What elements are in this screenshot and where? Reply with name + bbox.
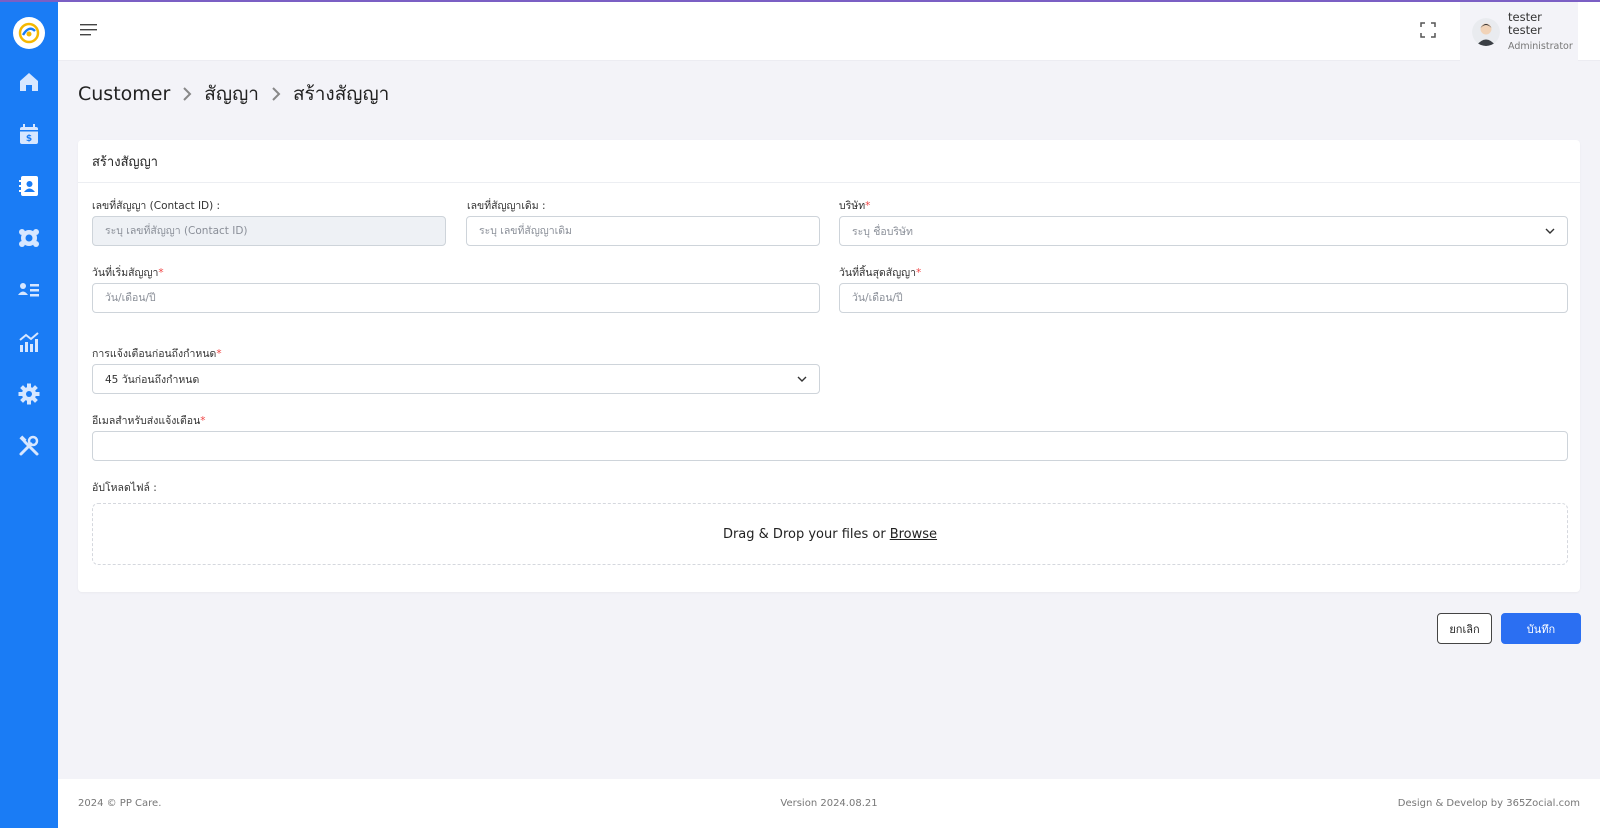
old-contract-label: เลขที่สัญญาเดิม : <box>467 200 546 212</box>
chevron-right-icon <box>182 87 192 101</box>
footer-version: Version 2024.08.21 <box>780 798 878 809</box>
top-accent-line <box>0 0 1600 2</box>
old-contract-input[interactable] <box>466 216 820 246</box>
calendar-billing-icon: $ <box>20 124 38 144</box>
email-label: อีเมลสำหรับส่งแจ้งเตือน* <box>92 415 206 427</box>
company-select[interactable]: ระบุ ชื่อบริษัท <box>839 216 1568 246</box>
user-menu[interactable]: tester tester Administrator <box>1460 2 1578 61</box>
app-logo[interactable] <box>13 17 45 49</box>
reminder-select[interactable]: 45 วันก่อนถึงกำหนด <box>92 364 820 394</box>
fullscreen-button[interactable] <box>1420 22 1436 42</box>
chevron-down-icon <box>1545 228 1555 234</box>
contact-book-icon <box>19 176 38 196</box>
browse-link[interactable]: Browse <box>890 527 937 542</box>
logo-icon <box>18 22 40 44</box>
home-icon <box>20 73 38 91</box>
user-list-icon <box>18 283 39 297</box>
sidebar: $ <box>0 0 58 828</box>
sidebar-item-tools[interactable] <box>13 430 45 462</box>
user-name: tester tester <box>1508 9 1542 38</box>
footer-credit: Design & Develop by 365Zocial.com <box>1397 798 1580 809</box>
sidebar-item-settings[interactable] <box>13 378 45 410</box>
reminder-label: การแจ้งเตือนก่อนถึงกำหนด* <box>92 348 222 360</box>
footer-copyright: 2024 © PP Care. <box>78 798 162 809</box>
sidebar-nav: $ <box>13 66 45 462</box>
sidebar-item-reports[interactable] <box>13 326 45 358</box>
svg-text:$: $ <box>26 134 32 144</box>
top-header: tester tester Administrator <box>58 2 1600 61</box>
sidebar-item-users[interactable] <box>13 274 45 306</box>
fullscreen-icon <box>1420 22 1436 38</box>
breadcrumb-current: สร้างสัญญา <box>292 83 390 105</box>
card-title: สร้างสัญญา <box>78 140 1580 183</box>
dropzone-text: Drag & Drop your files or <box>722 526 886 542</box>
end-date-input[interactable] <box>839 283 1568 313</box>
footer: Version 2024.08.21 2024 © PP Care. Desig… <box>58 779 1600 828</box>
file-dropzone[interactable]: Drag & Drop your files or Browse <box>92 503 1568 565</box>
contract-id-input <box>92 216 446 246</box>
settings-icon <box>18 383 40 405</box>
breadcrumb-contract[interactable]: สัญญา <box>204 79 259 109</box>
company-label: บริษัท* <box>839 200 871 212</box>
reminder-select-value: 45 วันก่อนถึงกำหนด <box>105 373 200 386</box>
start-date-label: วันที่เริ่มสัญญา* <box>92 267 164 279</box>
upload-label: อัปโหลดไฟล์ : <box>92 482 157 494</box>
cancel-button[interactable]: ยกเลิก <box>1437 613 1492 644</box>
avatar <box>1472 17 1500 46</box>
user-avatar-icon <box>1472 17 1500 46</box>
email-input[interactable] <box>92 431 1568 461</box>
contract-id-label: เลขที่สัญญา (Contact ID) : <box>92 200 221 212</box>
sidebar-item-home[interactable] <box>13 66 45 98</box>
chart-icon <box>19 332 39 352</box>
create-contract-card: สร้างสัญญา เลขที่สัญญา (Contact ID) : เล… <box>78 140 1580 592</box>
hamburger-icon <box>80 24 97 36</box>
menu-toggle-button[interactable] <box>80 22 98 42</box>
sidebar-item-team[interactable] <box>13 222 45 254</box>
sidebar-item-contacts[interactable] <box>13 170 45 202</box>
save-button[interactable]: บันทึก <box>1501 613 1581 644</box>
tools-icon <box>19 435 39 456</box>
sidebar-item-billing[interactable]: $ <box>13 118 45 150</box>
chevron-right-icon <box>271 87 281 101</box>
user-role: Administrator <box>1508 41 1573 53</box>
team-gear-icon <box>19 229 39 247</box>
chevron-down-icon <box>797 376 807 382</box>
breadcrumb-customer[interactable]: Customer <box>78 83 170 105</box>
company-select-placeholder: ระบุ ชื่อบริษัท <box>852 225 913 238</box>
end-date-label: วันที่สิ้นสุดสัญญา* <box>839 267 922 279</box>
breadcrumb: Customer สัญญา สร้างสัญญา <box>78 80 389 108</box>
start-date-input[interactable] <box>92 283 820 313</box>
